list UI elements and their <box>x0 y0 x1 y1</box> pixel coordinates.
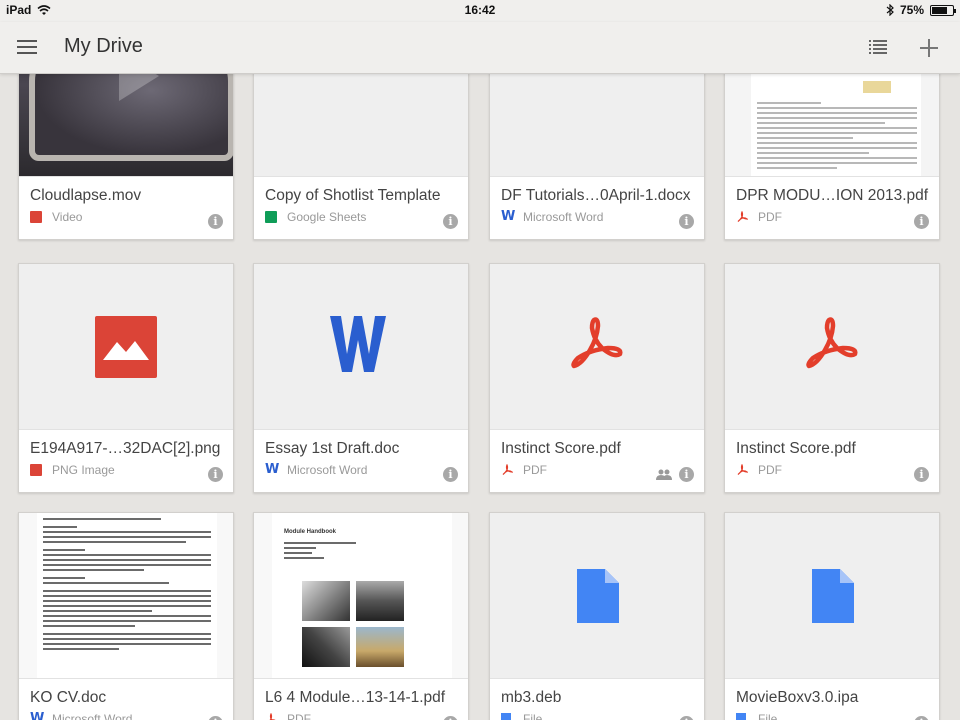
bluetooth-icon <box>886 4 894 16</box>
add-button[interactable] <box>920 35 938 61</box>
pdf-icon <box>502 464 513 475</box>
word-large-icon <box>330 316 386 372</box>
file-name: Copy of Shotlist Template <box>265 187 441 204</box>
menu-button[interactable] <box>17 40 37 56</box>
list-view-button[interactable] <box>869 40 887 56</box>
file-large-icon <box>577 569 619 623</box>
info-button[interactable]: i <box>443 214 458 229</box>
file-thumbnail <box>19 74 233 177</box>
file-type: Microsoft Word <box>52 712 133 720</box>
file-name: Instinct Score.pdf <box>736 440 856 457</box>
file-icon <box>736 713 746 720</box>
info-button[interactable]: i <box>679 214 694 229</box>
file-type: File <box>758 712 778 720</box>
file-name: Instinct Score.pdf <box>501 440 621 457</box>
image-icon <box>30 464 42 476</box>
info-button[interactable]: i <box>443 467 458 482</box>
file-type: PDF <box>523 463 547 477</box>
file-thumbnail <box>725 74 939 177</box>
clock: 16:42 <box>464 3 496 17</box>
file-thumbnail <box>254 74 468 177</box>
file-card[interactable]: Instinct Score.pdf PDF i <box>724 263 940 493</box>
image-large-icon <box>95 316 157 378</box>
file-type: File <box>523 712 543 720</box>
file-type: Video <box>52 210 83 224</box>
info-button[interactable]: i <box>208 467 223 482</box>
sheets-icon <box>265 211 277 223</box>
file-card[interactable]: DPR MODU…ION 2013.pdf PDF i <box>724 74 940 240</box>
file-thumbnail <box>490 264 704 430</box>
file-name: Cloudlapse.mov <box>30 187 142 204</box>
status-bar: iPad 16:42 75% <box>0 0 960 22</box>
file-type: Microsoft Word <box>287 463 368 477</box>
info-button[interactable]: i <box>914 214 929 229</box>
battery-percent: 75% <box>899 3 924 17</box>
file-type: PDF <box>287 712 311 720</box>
shared-icon <box>656 469 672 480</box>
word-icon: W <box>30 711 45 720</box>
file-name: L6 4 Module…13-14-1.pdf <box>265 689 446 706</box>
video-icon <box>30 211 42 223</box>
file-name: DF Tutorials…0April-1.docx <box>501 187 691 204</box>
file-name: KO CV.doc <box>30 689 107 706</box>
info-button[interactable]: i <box>914 467 929 482</box>
file-name: E194A917-…32DAC[2].png <box>30 440 221 457</box>
pdf-large-icon <box>806 317 858 369</box>
file-grid: Cloudlapse.mov Video i Copy of Shotlist … <box>0 74 960 720</box>
file-type: PDF <box>758 210 782 224</box>
file-name: DPR MODU…ION 2013.pdf <box>736 187 929 204</box>
file-type: Microsoft Word <box>523 210 604 224</box>
handbook-title: Module Handbook <box>284 529 336 535</box>
word-icon: W <box>265 462 280 477</box>
info-button[interactable]: i <box>679 716 694 720</box>
file-thumbnail <box>19 513 233 679</box>
info-button[interactable]: i <box>208 716 223 720</box>
file-name: Essay 1st Draft.doc <box>265 440 400 457</box>
file-card[interactable]: DF Tutorials…0April-1.docx W Microsoft W… <box>489 74 705 240</box>
file-type: PDF <box>758 463 782 477</box>
file-card[interactable]: Essay 1st Draft.doc W Microsoft Word i <box>253 263 469 493</box>
plus-icon <box>920 39 938 57</box>
word-icon: W <box>501 209 516 224</box>
app-bar: My Drive <box>0 22 960 74</box>
pdf-icon <box>737 211 748 222</box>
file-thumbnail <box>19 264 233 430</box>
battery-icon <box>930 4 956 16</box>
file-card[interactable]: E194A917-…32DAC[2].png PNG Image i <box>18 263 234 493</box>
pdf-icon <box>737 464 748 475</box>
file-large-icon <box>812 569 854 623</box>
list-icon <box>869 40 887 54</box>
file-thumbnail <box>490 74 704 177</box>
play-icon <box>119 74 159 101</box>
file-card[interactable]: Cloudlapse.mov Video i <box>18 74 234 240</box>
file-card[interactable]: MovieBoxv3.0.ipa File i <box>724 512 940 720</box>
file-thumbnail <box>490 513 704 679</box>
file-thumbnail <box>725 513 939 679</box>
file-name: MovieBoxv3.0.ipa <box>736 689 859 706</box>
page-title: My Drive <box>64 35 143 57</box>
file-type: Google Sheets <box>287 210 367 224</box>
file-name: mb3.deb <box>501 689 562 706</box>
file-icon <box>501 713 511 720</box>
hamburger-icon <box>17 40 37 42</box>
file-thumbnail: Module Handbook <box>254 513 468 679</box>
file-card[interactable]: Module Handbook L6 4 Module…13-14-1.pdf … <box>253 512 469 720</box>
file-type: PNG Image <box>52 463 115 477</box>
pdf-icon <box>269 713 276 720</box>
info-button[interactable]: i <box>679 467 694 482</box>
file-card[interactable]: Copy of Shotlist Template Google Sheets … <box>253 74 469 240</box>
file-thumbnail <box>725 264 939 430</box>
pdf-large-icon <box>571 317 623 369</box>
info-button[interactable]: i <box>914 716 929 720</box>
file-card[interactable]: KO CV.doc W Microsoft Word i <box>18 512 234 720</box>
file-card[interactable]: Instinct Score.pdf PDF i <box>489 263 705 493</box>
file-thumbnail <box>254 264 468 430</box>
file-card[interactable]: mb3.deb File i <box>489 512 705 720</box>
info-button[interactable]: i <box>208 214 223 229</box>
info-button[interactable]: i <box>443 716 458 720</box>
